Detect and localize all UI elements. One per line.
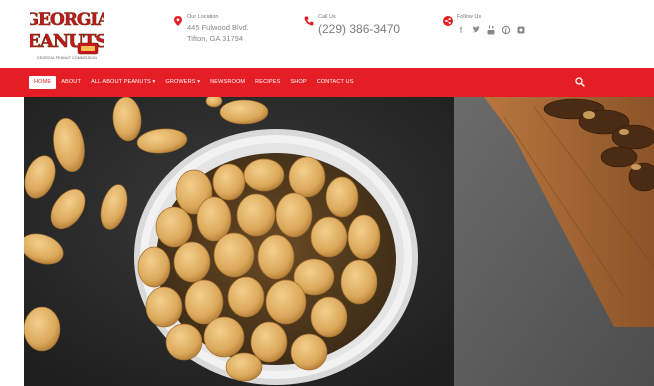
nav-item-growers[interactable]: GROWERS ▾ [160,68,205,97]
location-pin-icon [174,16,182,26]
facebook-icon[interactable]: f [457,25,465,35]
cutting-board-image [454,97,654,386]
nav-item-all-about-peanuts[interactable]: ALL ABOUT PEANUTS ▾ [86,68,160,97]
peanut-bowl-image [24,97,454,386]
nav-item-about[interactable]: ABOUT [56,68,86,97]
hero-image-peanuts [24,97,454,386]
site-logo[interactable]: GEORGIA PEANUTS GEORGIA PEANUT COMMISSIO… [30,7,104,61]
svg-text:GEORGIA: GEORGIA [30,10,104,30]
site-header: GEORGIA PEANUTS GEORGIA PEANUT COMMISSIO… [0,0,654,68]
nav-item-recipes[interactable]: RECIPES [250,68,285,97]
phone-icon [304,16,314,26]
youtube-icon[interactable] [487,25,495,35]
address-line-2: Tifton, GA 31794 [187,34,244,43]
social-links: f [457,25,525,35]
share-icon [443,16,453,26]
nav-item-home[interactable]: HOME [29,76,57,89]
main-nav: HOME ABOUT ALL ABOUT PEANUTS ▾ GROWERS ▾… [0,68,654,97]
call-label: Call Us [318,14,336,20]
nav-item-contact-us[interactable]: CONTACT US [312,68,359,97]
nav-items: HOME ABOUT ALL ABOUT PEANUTS ▾ GROWERS ▾… [29,68,359,97]
hero-banner [24,97,654,386]
twitter-icon[interactable] [472,25,480,35]
search-icon[interactable] [575,77,585,87]
logo-tagline: GEORGIA PEANUT COMMISSION [36,56,98,60]
address-line-1: 445 Fulwood Blvd. [187,23,249,32]
nav-item-shop[interactable]: SHOP [285,68,311,97]
follow-block: Follow Us f [443,14,553,44]
logo-graphic: GEORGIA PEANUTS [30,10,104,55]
pinterest-icon[interactable] [501,25,511,35]
address-block: Our Location 445 Fulwood Blvd. Tifton, G… [173,14,283,54]
nav-item-newsroom[interactable]: NEWSROOM [205,68,250,97]
phone-number[interactable]: (229) 386-3470 [318,23,400,35]
call-block: Call Us (229) 386-3470 [304,14,414,44]
address-label: Our Location [187,14,219,20]
hero-image-board [454,97,654,386]
follow-label: Follow Us [457,14,482,20]
instagram-icon[interactable] [517,25,525,35]
